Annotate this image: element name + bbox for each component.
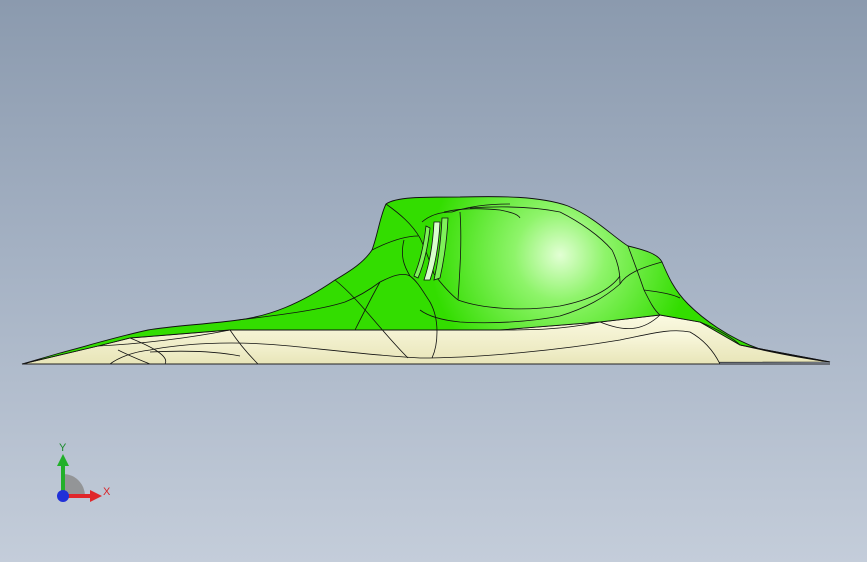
coordinate-triad-icon (57, 454, 102, 502)
3d-viewport[interactable]: Y X (0, 0, 867, 562)
x-axis-label: X (103, 486, 111, 498)
coordinate-triad[interactable]: Y X (40, 440, 120, 510)
surface-model[interactable] (0, 0, 867, 562)
y-axis-label: Y (59, 442, 67, 454)
